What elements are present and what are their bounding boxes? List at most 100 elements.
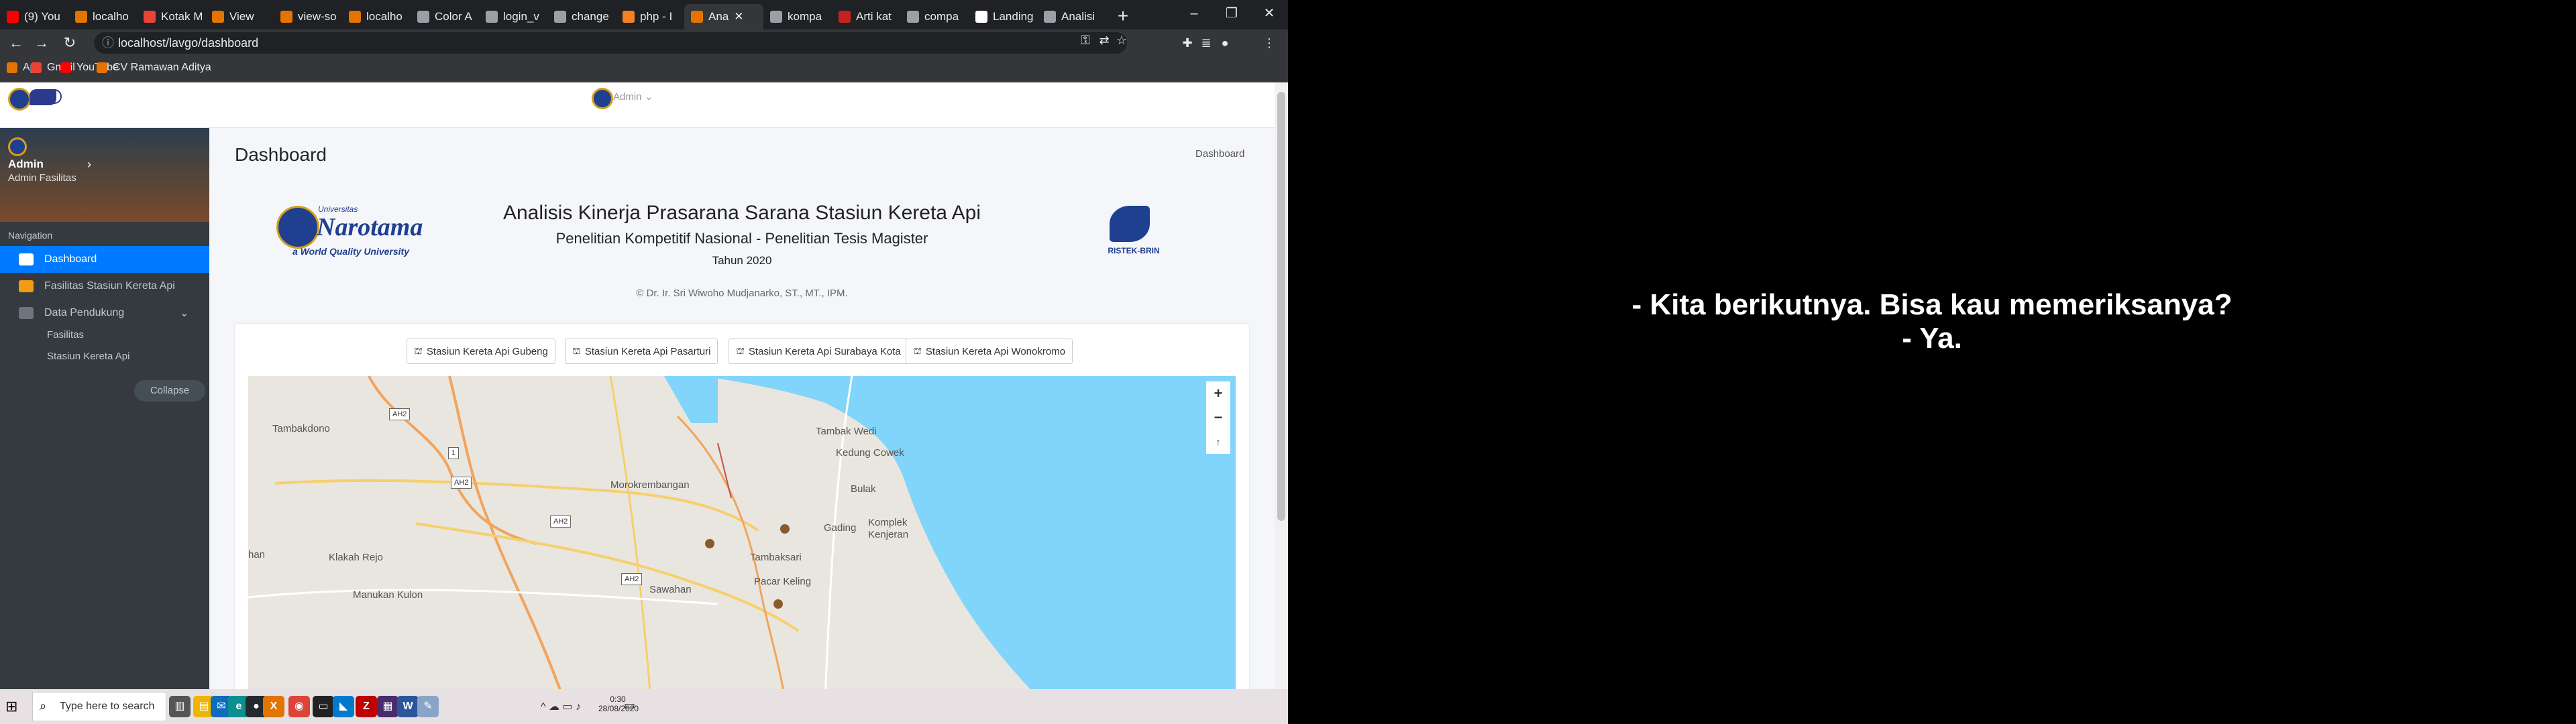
media-control-icon[interactable]: ≣	[1198, 35, 1214, 51]
map-place-label: Komplek	[868, 517, 908, 528]
forward-icon[interactable]: →	[31, 32, 52, 54]
user-panel-avatar	[8, 137, 27, 156]
windows-start-icon[interactable]: ⊞	[5, 699, 21, 715]
zoom-out-button[interactable]: −	[1206, 406, 1230, 430]
minimize-icon[interactable]: –	[1175, 0, 1213, 27]
winrar-icon[interactable]: ▦	[377, 696, 398, 717]
task-view-icon[interactable]: ▥	[169, 696, 191, 717]
hero-copyright: © Dr. Ir. Sri Wiwoho Mudjanarko, ST., MT…	[636, 288, 848, 299]
chevron-right-icon[interactable]: ›	[87, 158, 91, 172]
browser-toolbar: ← → ↻ ⓘ localhost/lavgo/dashboard ⚿ ⇄ ☆ …	[0, 29, 1288, 56]
paint-icon[interactable]: ✎	[417, 696, 439, 717]
web-page: Admin ⌄ Admin Admin Fasilitas › Navigati…	[0, 82, 1275, 689]
hero-title: Analisis Kinerja Prasarana Sarana Stasiu…	[502, 202, 981, 224]
breadcrumb[interactable]: Dashboard	[1195, 148, 1244, 160]
browser-tab[interactable]: Color A	[411, 4, 479, 29]
sidebar-item-dashboard[interactable]: Dashboard	[0, 246, 209, 273]
bookmark-label: CV Ramawan Aditya	[113, 62, 211, 73]
tab-label: Kotak M	[161, 10, 203, 23]
tab-favicon-icon	[907, 11, 919, 23]
maximize-icon[interactable]: ❐	[1213, 0, 1250, 27]
sidebar-subitem-stasiun[interactable]: Stasiun Kereta Api	[47, 351, 129, 362]
tab-label: (9) You	[24, 10, 60, 23]
map-place-label: Tambakdono	[272, 423, 330, 434]
tray-icons[interactable]: ^ ☁ ▭ ♪	[541, 700, 581, 713]
browser-tab[interactable]: Landing	[969, 4, 1037, 29]
sidebar-item-label: Dashboard	[44, 253, 97, 265]
tab-favicon-icon	[212, 11, 224, 23]
browser-tab[interactable]: Arti kat	[832, 4, 900, 29]
subtitle-line-1: - Kita berikutnya. Bisa kau memeriksanya…	[1631, 288, 2233, 321]
browser-tab[interactable]: Analisi	[1037, 4, 1106, 29]
collapse-button[interactable]: Collapse	[134, 380, 205, 402]
ristek-brin-logo: RISTEK-BRIN	[1100, 206, 1167, 262]
browser-tab[interactable]: (9) You	[0, 4, 68, 29]
close-window-icon[interactable]: ✕	[1250, 0, 1288, 27]
browser-tab[interactable]: View	[205, 4, 274, 29]
tab-strip: (9) You localho Kotak M View view-so loc…	[0, 0, 1288, 29]
zoom-in-button[interactable]: +	[1206, 381, 1230, 406]
key-icon[interactable]: ⚿	[1077, 32, 1093, 48]
windows-taskbar: ⊞ ⌕ Type here to search ▥ ▤ ✉ e ● X ◉ ▭ …	[0, 689, 1288, 724]
station-button-label: Stasiun Kereta Api Surabaya Kota	[748, 345, 901, 357]
map-view[interactable]: Tambakdono Tambak Wedi Kedung Cowek Bula…	[248, 376, 1236, 689]
browser-tab[interactable]: localho	[342, 4, 411, 29]
browser-tab[interactable]: login_v	[479, 4, 547, 29]
word-icon[interactable]: W	[397, 696, 419, 717]
chrome-icon[interactable]: ◉	[288, 696, 310, 717]
station-button-pasarturi[interactable]: ⛫ Stasiun Kereta Api Pasarturi	[565, 339, 718, 364]
sidebar-subitem-fasilitas[interactable]: Fasilitas	[47, 329, 84, 341]
map-place-label: Gading	[824, 522, 857, 534]
station-button-wonokromo[interactable]: ⛫ Stasiun Kereta Api Wonokromo	[906, 339, 1073, 364]
user-avatar[interactable]	[592, 88, 613, 109]
monitor-icon	[19, 253, 34, 265]
browser-tab[interactable]: kompa	[763, 4, 832, 29]
sidebar-item-data-pendukung[interactable]: Data Pendukung ⌄	[0, 300, 209, 326]
browser-tab[interactable]: localho	[68, 4, 137, 29]
browser-tab[interactable]: change	[547, 4, 616, 29]
browser-tab-active[interactable]: Ana ✕	[684, 4, 763, 29]
map-place-label: Klakah Rejo	[329, 552, 383, 563]
tab-label: Arti kat	[856, 10, 892, 23]
page-scrollbar[interactable]	[1275, 82, 1288, 689]
sidebar: Admin Admin Fasilitas › Navigation Dashb…	[0, 128, 209, 689]
user-dropdown[interactable]: Admin ⌄	[613, 90, 653, 103]
browser-tab[interactable]: php - I	[616, 4, 684, 29]
back-icon[interactable]: ←	[5, 32, 27, 54]
vscode-icon[interactable]: ◣	[333, 696, 354, 717]
extensions-icon[interactable]: ✚	[1179, 35, 1195, 51]
bookmark-star-icon[interactable]: ☆	[1114, 32, 1130, 48]
user-dropdown-label: Admin	[613, 91, 642, 103]
tab-close-icon[interactable]: ✕	[734, 10, 743, 23]
browser-tab[interactable]: compa	[900, 4, 969, 29]
gmail-icon	[31, 62, 42, 73]
taskbar-search-box[interactable]: ⌕ Type here to search	[32, 692, 166, 721]
user-name: Admin	[8, 158, 44, 170]
station-button-gubeng[interactable]: ⛫ Stasiun Kereta Api Gubeng	[407, 339, 555, 364]
reset-north-button[interactable]: ↑	[1206, 430, 1230, 454]
browser-tab[interactable]: Kotak M	[137, 4, 205, 29]
sidebar-item-fasilitas-stasiun[interactable]: Fasilitas Stasiun Kereta Api	[0, 273, 209, 300]
tab-favicon-icon	[975, 11, 987, 23]
address-bar[interactable]: ⓘ localhost/lavgo/dashboard	[94, 32, 1127, 54]
tab-favicon-icon	[7, 11, 19, 23]
new-tab-button[interactable]: +	[1111, 4, 1135, 28]
map-place-label: Tambaksari	[750, 552, 802, 563]
filezilla-icon[interactable]: Z	[356, 696, 377, 717]
tab-label: change	[572, 10, 609, 23]
scrollbar-thumb[interactable]	[1277, 92, 1285, 521]
tab-favicon-icon	[839, 11, 851, 23]
bookmark-cv-ramawan[interactable]: CV Ramawan Aditya	[97, 62, 211, 74]
profile-avatar-icon[interactable]: ●	[1217, 35, 1233, 51]
facility-icon	[19, 280, 34, 292]
terminal-icon[interactable]: ▭	[313, 696, 334, 717]
tab-label: localho	[93, 10, 129, 23]
translate-icon[interactable]: ⇄	[1096, 32, 1112, 48]
reload-icon[interactable]: ↻	[59, 32, 80, 54]
notification-icon[interactable]: ▭	[624, 699, 635, 713]
browser-tab[interactable]: view-so	[274, 4, 342, 29]
station-button-surabaya-kota[interactable]: ⛫ Stasiun Kereta Api Surabaya Kota	[729, 339, 908, 364]
xampp-icon[interactable]: X	[263, 696, 284, 717]
tab-label: compa	[924, 10, 959, 23]
menu-kebab-icon[interactable]: ⋮	[1261, 35, 1277, 51]
